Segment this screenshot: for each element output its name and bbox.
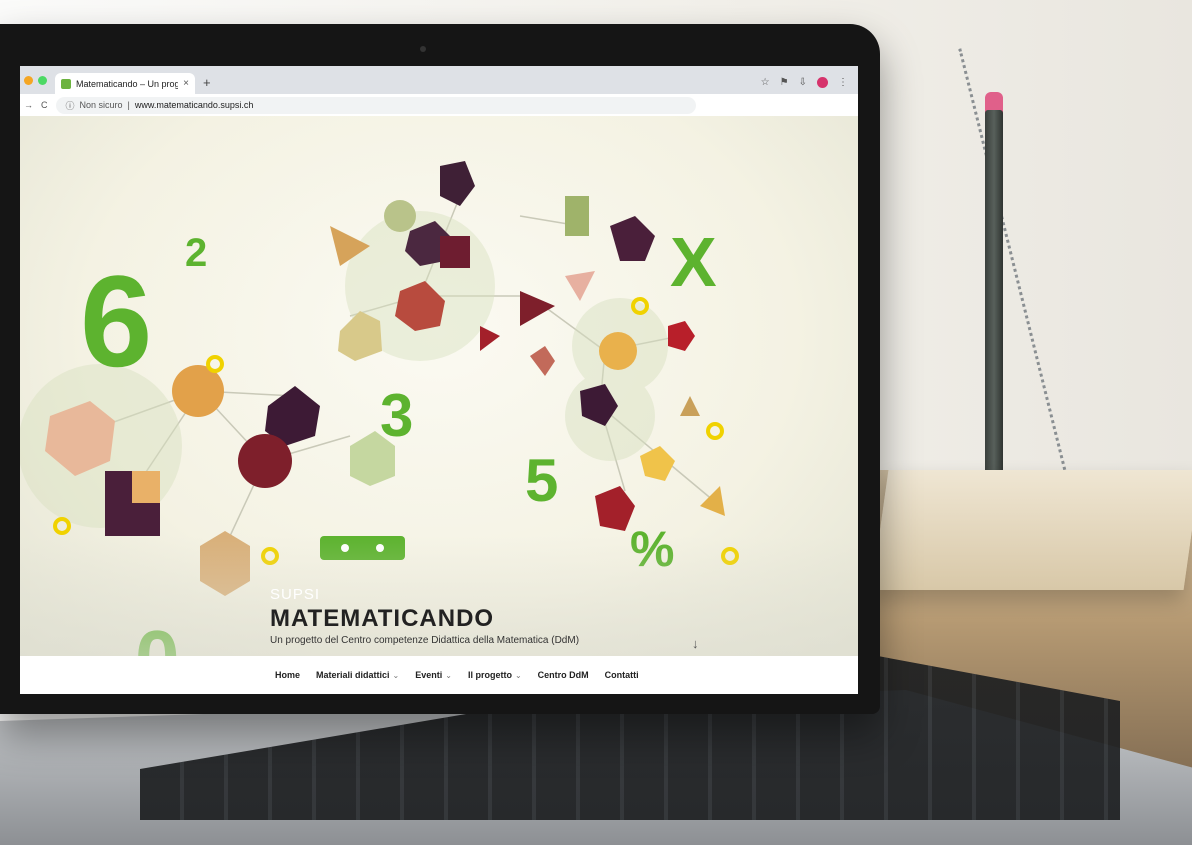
maximize-button[interactable] bbox=[38, 76, 47, 85]
digit-6: 6 bbox=[80, 248, 152, 394]
nav-item-il-progetto[interactable]: Il progetto ⌄ bbox=[468, 670, 522, 680]
browser-actions: ☆ ⚑ ⇩ ⋮ bbox=[761, 77, 848, 88]
site-title[interactable]: MATEMATICANDO bbox=[270, 605, 579, 633]
digit-2: 2 bbox=[185, 231, 207, 275]
url-field[interactable]: ⓘ Non sicuro | www.matematicando.supsi.c… bbox=[55, 96, 696, 114]
tab-title: Matematicando – Un progetto bbox=[76, 78, 179, 89]
browser-tab[interactable]: Matematicando – Un progetto × bbox=[55, 73, 195, 94]
pencil bbox=[985, 110, 1003, 480]
nav-item-centro-ddm[interactable]: Centro DdM bbox=[538, 670, 589, 680]
tab-close-icon[interactable]: × bbox=[183, 78, 189, 89]
site-subtitle: Un progetto del Centro competenze Didatt… bbox=[270, 635, 580, 646]
hero-banner: 6 2 X 3 5 % 0 SUPSI bbox=[20, 116, 858, 694]
chevron-down-icon: ⌄ bbox=[392, 671, 400, 680]
letter-x: X bbox=[670, 223, 717, 301]
scroll-down-icon[interactable]: ↓ bbox=[692, 636, 699, 651]
camera-icon bbox=[420, 46, 426, 52]
address-bar: → C ⓘ Non sicuro | www.matematicando.sup… bbox=[20, 94, 858, 117]
back-icon[interactable]: → bbox=[24, 100, 33, 110]
digit-5: 5 bbox=[525, 447, 558, 514]
url-text: www.matematicando.supsi.ch bbox=[134, 100, 254, 110]
site-brand: SUPSI MATEMATICANDO Un progetto del Cent… bbox=[270, 586, 579, 646]
laptop-screen: Matematicando – Un progetto × + ☆ ⚑ ⇩ ⋮ … bbox=[20, 66, 858, 694]
chevron-down-icon: ⌄ bbox=[514, 671, 522, 680]
reload-icon[interactable]: C bbox=[41, 100, 48, 110]
info-icon: ⓘ bbox=[65, 100, 75, 111]
security-label: Non sicuro bbox=[79, 100, 123, 110]
browser-tab-strip: Matematicando – Un progetto × + ☆ ⚑ ⇩ ⋮ bbox=[20, 66, 858, 94]
digit-3: 3 bbox=[380, 382, 413, 449]
nav-item-materiali-didattici[interactable]: Materiali didattici ⌄ bbox=[316, 670, 399, 680]
download-icon[interactable]: ⇩ bbox=[799, 77, 807, 88]
minimize-button[interactable] bbox=[24, 76, 33, 85]
new-tab-button[interactable]: + bbox=[203, 75, 211, 90]
menu-icon[interactable]: ⋮ bbox=[838, 77, 848, 88]
nav-item-contatti[interactable]: Contatti bbox=[605, 670, 639, 680]
window-controls bbox=[24, 76, 47, 85]
profile-avatar[interactable] bbox=[817, 77, 828, 88]
bookmark-star-icon[interactable]: ☆ bbox=[761, 77, 770, 88]
main-navigation: Home Materiali didattici ⌄ Eventi ⌄ Il pro… bbox=[20, 656, 858, 694]
nav-item-eventi[interactable]: Eventi ⌄ bbox=[415, 670, 452, 680]
chevron-down-icon: ⌄ bbox=[445, 671, 452, 680]
extension-icon[interactable]: ⚑ bbox=[780, 77, 789, 88]
notepad bbox=[871, 470, 1192, 590]
brand-label: SUPSI bbox=[270, 586, 321, 603]
nav-item-home[interactable]: Home bbox=[275, 670, 300, 680]
favicon-icon bbox=[61, 78, 71, 89]
